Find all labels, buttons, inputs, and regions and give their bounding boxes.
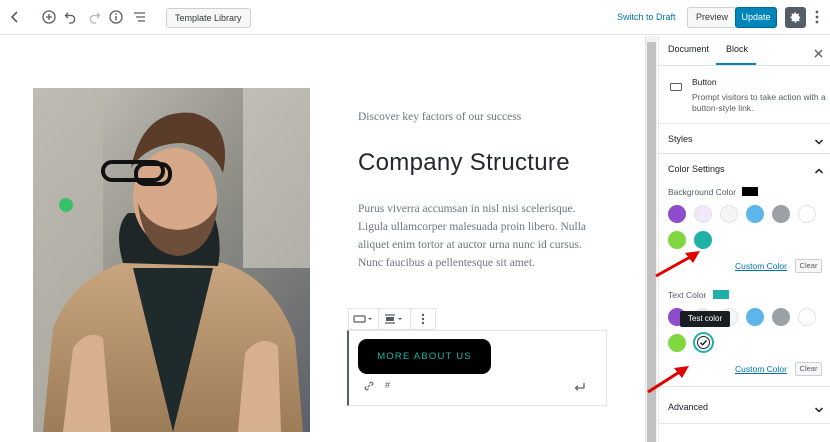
color-settings-panel-toggle[interactable]: Color Settings [668, 164, 725, 174]
gear-icon [790, 12, 801, 23]
text-swatch-white[interactable] [798, 308, 816, 326]
more-about-us-button[interactable]: MORE ABOUT US [358, 339, 491, 374]
block-type-switcher[interactable] [349, 309, 379, 329]
chevron-down-icon[interactable] [814, 134, 824, 145]
update-button[interactable]: Update [735, 7, 777, 28]
chevron-up-icon[interactable] [814, 163, 824, 174]
text-swatch-gray[interactable] [772, 308, 790, 326]
template-library-button[interactable]: Template Library [166, 8, 251, 28]
add-block-icon[interactable] [40, 8, 58, 26]
redo-icon[interactable] [85, 8, 103, 26]
content-heading[interactable]: Company Structure [358, 149, 570, 177]
outline-icon[interactable] [130, 8, 148, 26]
link-icon[interactable] [363, 379, 375, 397]
divider [658, 65, 830, 66]
bg-swatch-lavender[interactable] [694, 205, 712, 223]
bg-swatch-purple[interactable] [668, 205, 686, 223]
alignment-dropdown[interactable] [379, 309, 412, 329]
preview-button[interactable]: Preview [687, 7, 738, 28]
block-name: Button [692, 77, 717, 87]
bg-swatch-gray[interactable] [772, 205, 790, 223]
button-block-icon [353, 315, 373, 323]
text-swatch-green[interactable] [668, 334, 686, 352]
switch-to-draft-link[interactable]: Switch to Draft [617, 12, 676, 22]
divider [658, 153, 830, 154]
checkmark-icon [697, 336, 710, 354]
text-color-indicator [713, 290, 729, 299]
link-url-value[interactable]: # [385, 380, 390, 390]
bg-swatch-sky-blue[interactable] [746, 205, 764, 223]
close-icon[interactable] [814, 45, 823, 63]
vertical-ellipsis-icon [421, 313, 425, 325]
block-toolbar [348, 308, 436, 330]
button-block-icon [670, 78, 682, 96]
block-description: Prompt visitors to take action with a bu… [692, 92, 826, 113]
undo-icon[interactable] [62, 8, 80, 26]
chevron-down-icon[interactable] [814, 402, 824, 413]
text-custom-color-link[interactable]: Custom Color [735, 364, 787, 374]
divider [658, 423, 830, 424]
tab-block[interactable]: Block [726, 44, 748, 54]
color-tooltip: Test color [680, 311, 730, 327]
editor-toolbar: Template Library Switch to Draft Preview… [0, 0, 830, 35]
bg-swatch-green[interactable] [668, 231, 686, 249]
tab-document[interactable]: Document [668, 44, 709, 54]
content-paragraph[interactable]: Purus viverra accumsan in nisl nisi scel… [358, 200, 598, 272]
advanced-panel-toggle[interactable]: Advanced [668, 402, 708, 412]
background-color-indicator [742, 187, 758, 196]
more-options-icon[interactable] [810, 8, 824, 26]
back-icon[interactable] [6, 8, 24, 26]
align-icon [385, 314, 403, 324]
content-subtitle[interactable]: Discover key factors of our success [358, 111, 521, 123]
bg-clear-button[interactable]: Clear [795, 259, 822, 273]
background-color-label: Background Color [668, 187, 737, 197]
text-color-label: Text Color [668, 290, 707, 300]
text-clear-button[interactable]: Clear [795, 362, 822, 376]
text-swatch-sky-blue[interactable] [746, 308, 764, 326]
portrait-photo[interactable] [33, 88, 310, 432]
bg-swatch-white[interactable] [798, 205, 816, 223]
block-more-options[interactable] [411, 309, 435, 329]
bg-swatch-teal[interactable] [694, 231, 712, 249]
info-icon[interactable] [107, 8, 125, 26]
annotation-arrow [647, 366, 689, 394]
annotation-arrow [655, 251, 700, 278]
apply-link-icon[interactable] [574, 379, 586, 397]
settings-button[interactable] [785, 7, 806, 28]
bg-swatch-light-gray[interactable] [720, 205, 738, 223]
styles-panel-toggle[interactable]: Styles [668, 134, 693, 144]
divider [658, 123, 830, 124]
bg-custom-color-link[interactable]: Custom Color [735, 261, 787, 271]
